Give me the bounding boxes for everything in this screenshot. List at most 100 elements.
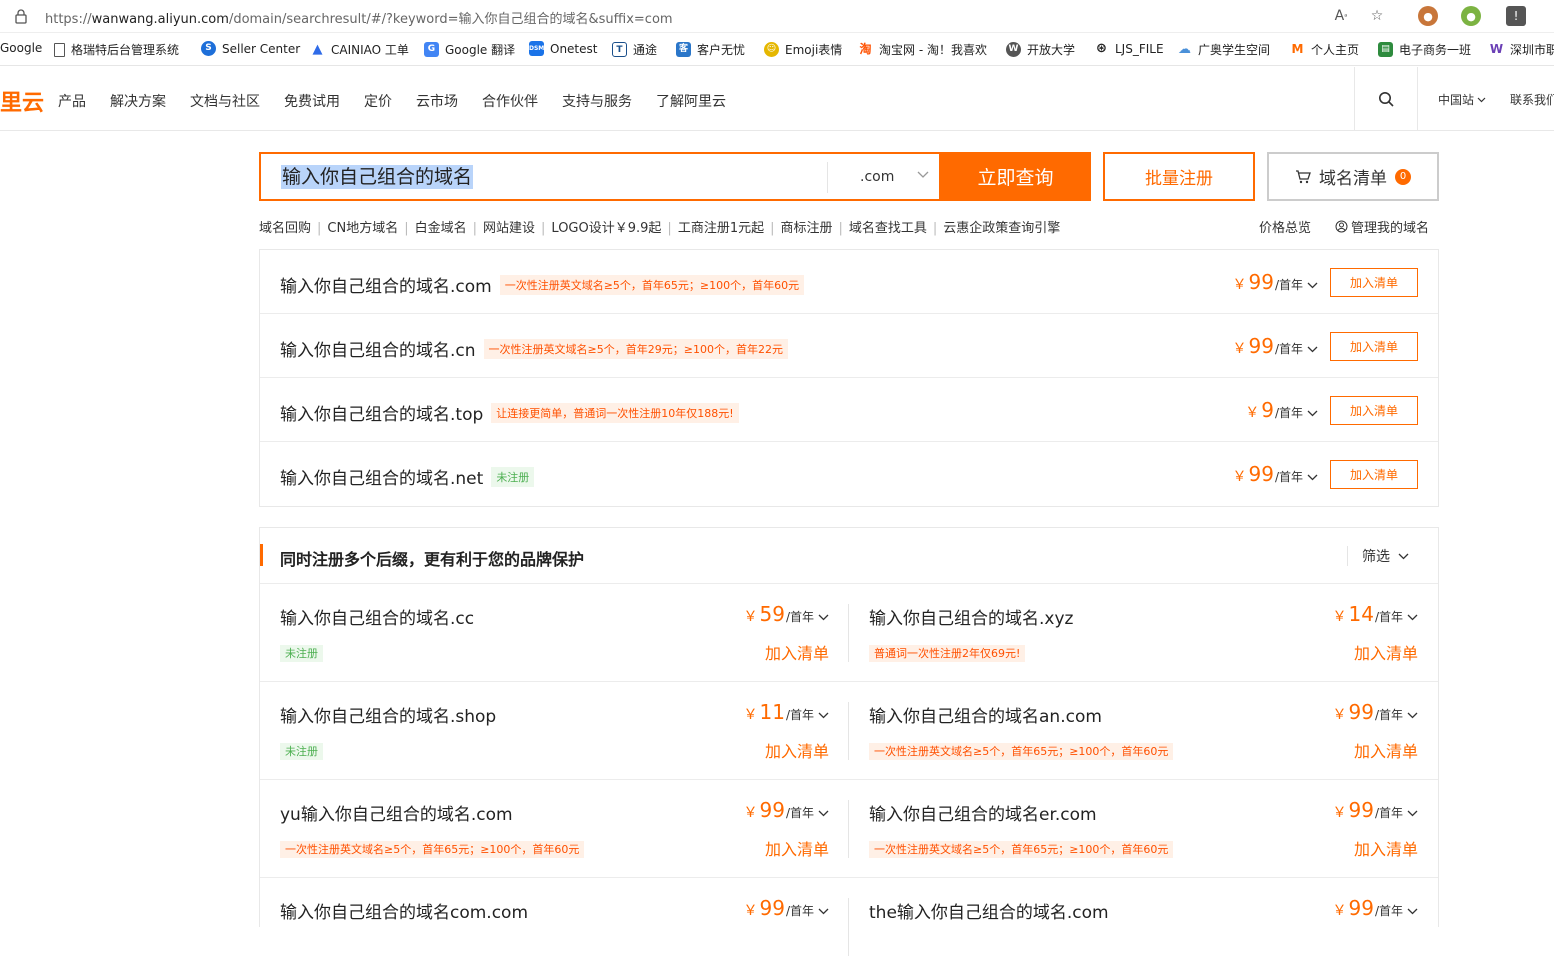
price[interactable]: ￥ 99/首年 (744, 798, 830, 822)
file-icon: ⊛ (1096, 41, 1107, 56)
price[interactable]: ￥ 59/首年 (744, 602, 830, 626)
price[interactable]: ￥ 9/首年 (1245, 398, 1318, 422)
favorite-star-icon[interactable]: ☆ (1367, 6, 1387, 26)
quicklink[interactable]: 白金域名 (415, 221, 467, 236)
search-keyword-input[interactable]: 输入你自己组合的域名 (281, 165, 474, 189)
quicklink[interactable]: 云惠企政策查询引擎 (943, 221, 1060, 236)
bookmark-emoji[interactable]: ☺ Emoji表情 (764, 41, 842, 58)
bookmark-google[interactable]: Google (0, 41, 42, 55)
bookmark-open-university[interactable]: W 开放大学 (1006, 41, 1075, 58)
result-row: 输入你自己组合的域名.top 让连接更简单，普通词一次性注册10年仅188元! ￥… (260, 378, 1438, 442)
add-to-list-button[interactable]: 加入清单 (1330, 332, 1418, 361)
nav-docs-community[interactable]: 文档与社区 (190, 91, 260, 111)
chevron-down-icon (1398, 553, 1409, 559)
nav-solutions[interactable]: 解决方案 (110, 91, 166, 111)
bookmark-student-space[interactable]: ☁ 广奥学生空间 (1177, 41, 1270, 58)
price[interactable]: ￥ 99/首年 (1233, 334, 1319, 358)
nav-products[interactable]: 产品 (58, 91, 86, 111)
batch-register-button[interactable]: 批量注册 (1103, 152, 1255, 201)
bookmark-shenzhen[interactable]: W 深圳市职 (1489, 41, 1554, 58)
read-aloud-icon[interactable]: Aᵃ (1331, 6, 1351, 26)
search-now-button[interactable]: 立即查询 (940, 152, 1091, 201)
nav-partners[interactable]: 合作伙伴 (482, 91, 538, 111)
price[interactable]: ￥ 14/首年 (1333, 602, 1419, 626)
user-icon (1335, 220, 1348, 233)
promo-tag: 一次性注册英文域名≥5个，首年65元；≥100个，首年60元 (280, 841, 585, 858)
suffix-item: 输入你自己组合的域名.shop ￥ 11/首年 未注册 加入清单 (260, 682, 849, 780)
price-overview-link[interactable]: 价格总览 (1259, 217, 1311, 236)
bookmark-taobao[interactable]: 淘淘宝网 - 淘！我喜欢 (858, 41, 986, 58)
bookmark-cainiao[interactable]: ▲ CAINIAO 工单 (310, 41, 409, 58)
chevron-down-icon (917, 171, 929, 178)
add-to-list-button[interactable]: 加入清单 (1330, 460, 1418, 489)
bookmark-ljs-file[interactable]: ⊛ LJS_FILE (1094, 41, 1164, 56)
price[interactable]: ￥ 99/首年 (1233, 270, 1319, 294)
suffix-item: 输入你自己组合的域名er.com ￥ 99/首年 一次性注册英文域名≥5个，首年6… (849, 780, 1438, 878)
tongtu-icon: T (612, 42, 627, 57)
nav-marketplace[interactable]: 云市场 (416, 91, 458, 111)
price[interactable]: ￥ 99/首年 (1333, 798, 1419, 822)
lock-icon (15, 9, 27, 24)
seller-center-icon: S (201, 41, 216, 56)
add-to-list-button[interactable]: 加入清单 (1330, 396, 1418, 425)
nav-free-trial[interactable]: 免费试用 (284, 91, 340, 111)
suffix-select[interactable]: .com (827, 162, 939, 193)
price[interactable]: ￥ 99/首年 (1333, 896, 1419, 920)
cloud-icon: ☁ (1178, 42, 1191, 57)
add-to-list-link[interactable]: 加入清单 (765, 836, 829, 860)
bookmark-kehu[interactable]: 客客户无忧 (676, 41, 745, 58)
nav-about[interactable]: 了解阿里云 (656, 91, 726, 111)
bookmark-ecommerce[interactable]: ▤ 电子商务一班 (1378, 41, 1471, 58)
aliyun-logo[interactable]: 阿里云 (0, 85, 44, 117)
bookmark-seller-center[interactable]: S Seller Center (201, 41, 300, 56)
filter-button[interactable]: 筛选 (1347, 546, 1409, 566)
status-tag: 未注册 (280, 645, 323, 662)
domain-name: 输入你自己组合的域名.cn (280, 341, 476, 361)
price[interactable]: ￥ 11/首年 (744, 700, 830, 724)
price[interactable]: ￥ 99/首年 (1333, 700, 1419, 724)
domain-name: 输入你自己组合的域名er.com (869, 805, 1097, 825)
price[interactable]: ￥ 99/首年 (1233, 462, 1319, 486)
add-to-list-link[interactable]: 加入清单 (1354, 738, 1418, 762)
contact-us-link[interactable]: 联系我们 (1510, 91, 1554, 108)
bookmark-gelite[interactable]: 格瑞特后台管理系统 (54, 41, 179, 58)
site-region-selector[interactable]: 中国站 (1438, 91, 1486, 108)
extension-icon[interactable]: ● (1418, 6, 1438, 26)
extension-badge-icon[interactable]: ● (1461, 6, 1481, 26)
suffix-item: the输入你自己组合的域名.com ￥ 99/首年 (849, 878, 1438, 976)
bookmark-google-translate[interactable]: G Google 翻译 (424, 41, 515, 58)
suffix-item: 输入你自己组合的域名com.com ￥ 99/首年 (260, 878, 849, 976)
url-field[interactable]: https://wanwang.aliyun.com/domain/search… (45, 8, 673, 27)
bookmark-onetest[interactable]: DSM Onetest (529, 41, 597, 56)
price[interactable]: ￥ 99/首年 (744, 896, 830, 920)
add-to-list-link[interactable]: 加入清单 (765, 738, 829, 762)
quicklink[interactable]: CN地方域名 (327, 221, 398, 236)
add-to-list-button[interactable]: 加入清单 (1330, 268, 1418, 297)
bookmark-tongtu[interactable]: T 通途 (612, 41, 657, 58)
add-to-list-link[interactable]: 加入清单 (1354, 640, 1418, 664)
status-tag: 未注册 (491, 466, 535, 487)
suffix-item: yu输入你自己组合的域名.com ￥ 99/首年 一次性注册英文域名≥5个，首年6… (260, 780, 849, 878)
add-to-list-link[interactable]: 加入清单 (765, 640, 829, 664)
domain-cart-button[interactable]: 域名清单 0 (1267, 152, 1439, 201)
nav-pricing[interactable]: 定价 (364, 91, 392, 111)
translate-icon: G (424, 42, 439, 57)
download-icon[interactable]: ! (1506, 6, 1526, 26)
shenzhen-icon: W (1489, 42, 1504, 56)
bookmark-homepage[interactable]: M 个人主页 (1290, 41, 1360, 58)
multi-suffix-section: 同时注册多个后缀，更有利于您的品牌保护 筛选 输入你自己组合的域名.cc ￥ 59… (259, 527, 1439, 956)
add-to-list-link[interactable]: 加入清单 (1354, 836, 1418, 860)
quicklink[interactable]: 商标注册 (780, 221, 832, 236)
quicklink[interactable]: LOGO设计￥9.9起 (551, 221, 661, 236)
chevron-down-icon (1307, 346, 1318, 353)
header-search-button[interactable] (1354, 67, 1418, 131)
cainiao-icon: ▲ (312, 42, 323, 57)
section-header: 同时注册多个后缀，更有利于您的品牌保护 筛选 (260, 528, 1438, 584)
quicklink[interactable]: 域名查找工具 (849, 221, 927, 236)
quicklink[interactable]: 工商注册1元起 (678, 221, 764, 236)
domain-search-box[interactable]: 输入你自己组合的域名 .com (259, 152, 941, 201)
manage-domains-link[interactable]: 管理我的域名 (1335, 217, 1429, 236)
quicklink[interactable]: 域名回购 (259, 221, 311, 236)
quicklink[interactable]: 网站建设 (483, 221, 535, 236)
nav-support[interactable]: 支持与服务 (562, 91, 632, 111)
